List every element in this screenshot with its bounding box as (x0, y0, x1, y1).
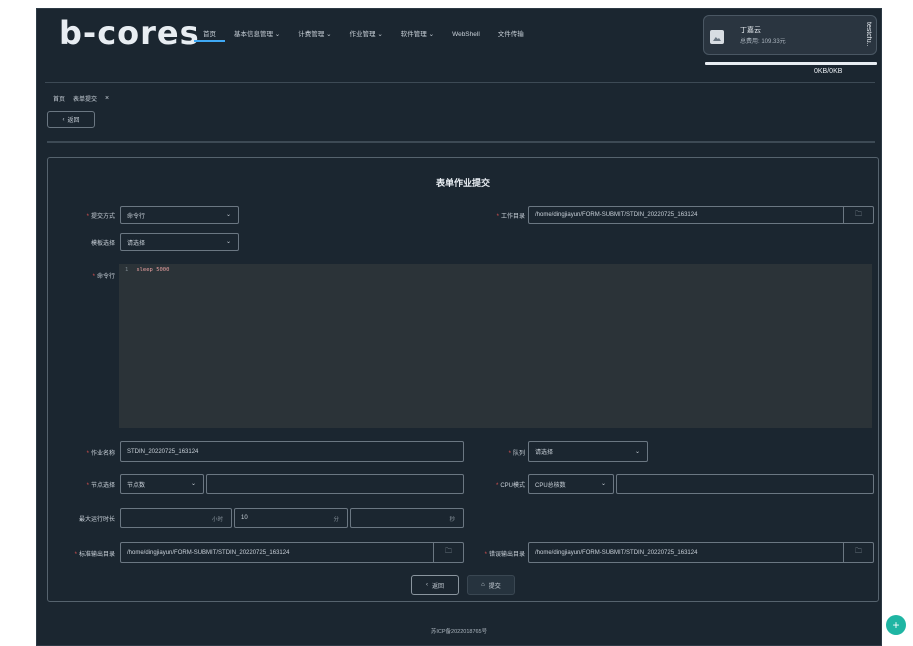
nav-file-transfer[interactable]: 文件传输 (489, 28, 533, 42)
form-back-label: 返回 (431, 583, 444, 590)
footer-icp[interactable]: 苏ICP备2022018765号 (37, 627, 881, 635)
work-dir-input[interactable]: /home/dingjiayun/FORM-SUBMIT/STDIN_20220… (528, 206, 874, 224)
queue-label: * 队列 (508, 451, 525, 457)
folder-icon[interactable]: 🗀 (843, 207, 873, 223)
minutes-value: 10 (241, 515, 248, 521)
form-panel: 表单作业提交 * 提交方式 命令行 ⌄ * 工作目录 /home/dingjiayu… (47, 157, 879, 602)
node-count-input[interactable] (206, 474, 464, 494)
submit-mode-label: * 提交方式 (86, 214, 115, 220)
runtime-seconds-input[interactable]: 秒 (350, 508, 464, 528)
template-label: 模板选择 (90, 241, 115, 247)
job-name-input[interactable]: STDIN_20220725_163124 (120, 441, 464, 462)
nav-webshell[interactable]: WebShell (443, 28, 489, 42)
quota-progress-bar (705, 62, 877, 65)
stderr-dir-input[interactable]: /home/dingjiayun/FORM-SUBMIT/STDIN_20220… (528, 542, 874, 563)
cpu-mode-select[interactable]: CPU总核数 ⌄ (528, 474, 614, 494)
user-card[interactable]: 丁嘉云 总费用: 109.33元 testcfu.. (703, 15, 877, 55)
nav-basic-info[interactable]: 基本信息管理 ⌄ (225, 28, 289, 42)
code-argument: 5000 (156, 267, 170, 273)
user-name: 丁嘉云 (740, 27, 761, 34)
template-value: 请选择 (127, 240, 146, 247)
command-label: * 命令行 (92, 274, 115, 280)
nav-software[interactable]: 软件管理 ⌄ (392, 28, 443, 42)
folder-icon[interactable]: 🗀 (843, 543, 873, 562)
nav-jobs[interactable]: 作业管理 ⌄ (341, 28, 392, 42)
cpu-mode-label: * CPU模式 (495, 483, 525, 489)
submit-mode-value: 命令行 (127, 213, 146, 220)
chevron-down-icon: ⌄ (634, 448, 640, 455)
back-button[interactable]: ‹ 返回 (47, 111, 95, 128)
chevron-down-icon: ⌄ (225, 239, 231, 246)
cpu-count-input[interactable] (616, 474, 874, 494)
line-number: 1 (125, 267, 129, 273)
node-label: * 节点选择 (86, 483, 115, 489)
form-title: 表单作业提交 (435, 178, 490, 188)
nav-billing[interactable]: 计费管理 ⌄ (289, 28, 340, 42)
chevron-left-icon: ‹ (62, 116, 65, 123)
logo: b-cores (59, 14, 200, 52)
node-value: 节点数 (127, 482, 146, 489)
hours-unit: 小时 (211, 517, 223, 523)
work-dir-label: * 工作目录 (496, 214, 525, 220)
section-divider (47, 141, 875, 143)
chevron-left-icon: ‹ (425, 582, 428, 588)
stderr-dir-label: * 错误输出目录 (484, 552, 525, 558)
job-name-label: * 作业名称 (86, 451, 115, 457)
app-window: b-cores 首页 基本信息管理 ⌄ 计费管理 ⌄ 作业管理 ⌄ 软件管理 ⌄… (36, 8, 882, 646)
top-nav: 首页 基本信息管理 ⌄ 计费管理 ⌄ 作业管理 ⌄ 软件管理 ⌄ WebShel… (194, 28, 533, 42)
command-editor[interactable]: 1 sleep 5000 (119, 264, 872, 428)
stderr-dir-value: /home/dingjiayun/FORM-SUBMIT/STDIN_20220… (535, 549, 698, 556)
max-runtime-label: 最大运行时长 (78, 517, 115, 523)
runtime-hours-input[interactable]: 小时 (120, 508, 232, 528)
submit-label: 提交 (488, 583, 501, 590)
submit-mode-select[interactable]: 命令行 ⌄ (120, 206, 239, 224)
form-back-button[interactable]: ‹ 返回 (411, 575, 459, 595)
home-icon: ⌂ (481, 582, 485, 588)
plus-icon[interactable]: + (886, 615, 906, 635)
queue-value: 请选择 (535, 450, 554, 456)
close-tab-icon[interactable]: × (105, 95, 109, 102)
avatar-icon (710, 30, 724, 44)
header-divider (45, 82, 875, 83)
cpu-mode-value: CPU总核数 (535, 482, 566, 489)
chevron-down-icon: ⌄ (225, 212, 231, 219)
folder-icon[interactable]: 🗀 (433, 543, 463, 562)
template-select[interactable]: 请选择 ⌄ (120, 233, 239, 251)
stdout-dir-label: * 标准输出目录 (74, 552, 115, 558)
code-line: 1 sleep 5000 (125, 267, 169, 273)
runtime-minutes-input[interactable]: 10 分 (234, 508, 348, 528)
work-dir-value: /home/dingjiayun/FORM-SUBMIT/STDIN_20220… (535, 212, 698, 218)
chevron-down-icon: ⌄ (190, 481, 196, 488)
nav-home[interactable]: 首页 (194, 28, 225, 42)
node-select[interactable]: 节点数 ⌄ (120, 474, 204, 494)
chevron-down-icon: ⌄ (600, 481, 606, 488)
submit-button[interactable]: ⌂ 提交 (467, 575, 515, 595)
stdout-dir-value: /home/dingjiayun/FORM-SUBMIT/STDIN_20220… (127, 549, 290, 556)
user-fee: 总费用: 109.33元 (740, 39, 786, 45)
back-button-label: 返回 (67, 118, 80, 124)
stdout-dir-input[interactable]: /home/dingjiayun/FORM-SUBMIT/STDIN_20220… (120, 542, 464, 563)
quota-text: 0KB/0KB (814, 68, 843, 75)
seconds-unit: 秒 (449, 517, 455, 523)
queue-select[interactable]: 请选择 ⌄ (528, 441, 648, 462)
breadcrumb: 首页 表单提交 × (53, 94, 109, 103)
user-account: testcfu.. (865, 22, 872, 47)
minutes-unit: 分 (333, 517, 339, 523)
breadcrumb-home[interactable]: 首页 (53, 94, 65, 103)
job-name-value: STDIN_20220725_163124 (127, 448, 199, 455)
breadcrumb-current-tab[interactable]: 表单提交 (73, 94, 97, 103)
code-keyword: sleep (136, 267, 153, 273)
